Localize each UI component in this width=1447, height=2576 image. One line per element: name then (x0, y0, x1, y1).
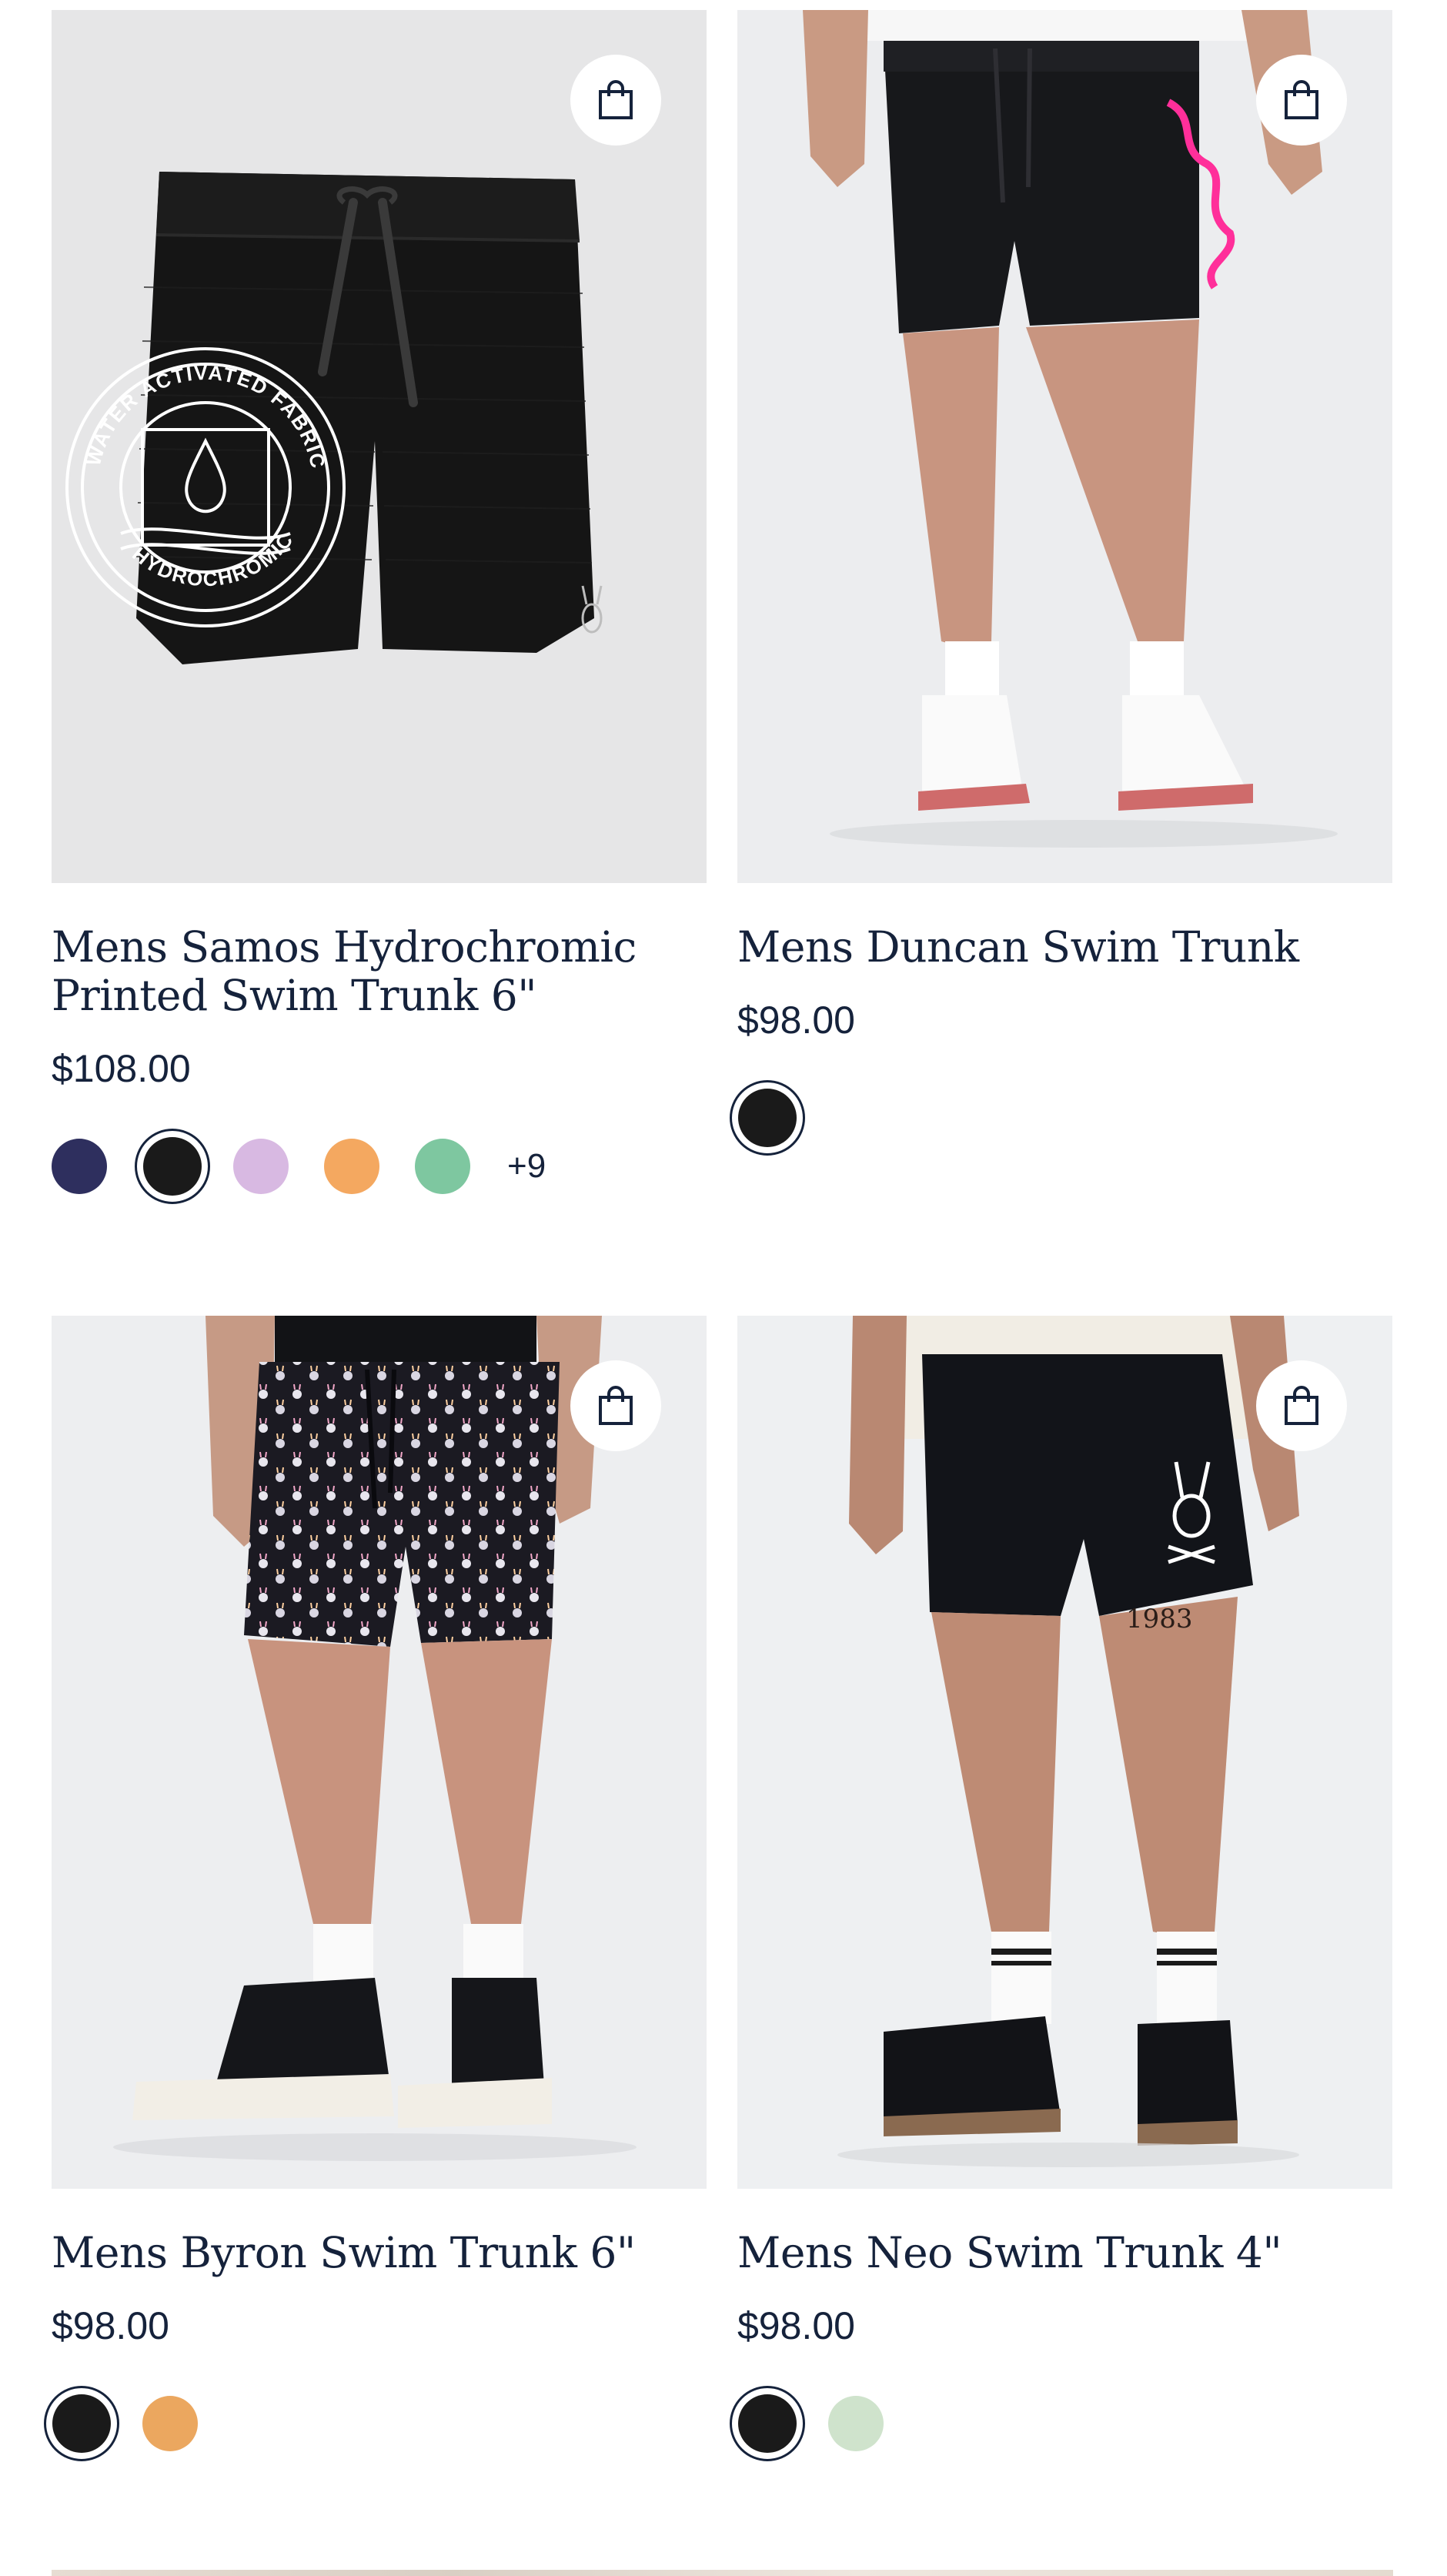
product-card: Mens Duncan Swim Trunk $98.00 (730, 10, 1392, 1158)
selected-swatch-ring (730, 2386, 805, 2461)
color-swatch-dot (233, 1139, 289, 1194)
color-swatch[interactable] (52, 1126, 142, 1206)
color-swatch-dot (415, 1139, 470, 1194)
color-swatch[interactable] (730, 1078, 828, 1158)
color-swatch-dot (52, 2394, 111, 2453)
product-title-line: Mens Byron Swim Trunk 6" (52, 2228, 636, 2277)
product-card: 1983 Mens Neo Swim Trunk 4" $98.00 (730, 1316, 1392, 2464)
product-title-line: Mens Samos Hydrochromic (52, 922, 637, 972)
color-swatch-dot (143, 1137, 202, 1196)
product-price: $98.00 (737, 2304, 855, 2347)
product-image-link[interactable]: WATER ACTIVATED FABRIC HYDROCHROMIC (52, 10, 707, 883)
color-swatches (730, 2384, 1392, 2464)
product-card: Mens Byron Swim Trunk 6" $98.00 (44, 1316, 707, 2464)
product-title-line: Mens Duncan Swim Trunk (737, 922, 1299, 972)
color-swatch[interactable] (44, 2384, 142, 2464)
selected-swatch-ring (44, 2386, 119, 2461)
more-colors-link[interactable]: +9 (507, 1147, 546, 1186)
selected-swatch-ring (730, 1080, 805, 1156)
color-swatch[interactable] (324, 1126, 415, 1206)
product-price: $98.00 (737, 999, 855, 1042)
shopping-bag-icon (599, 1386, 633, 1425)
product-price: $98.00 (52, 2304, 169, 2347)
color-swatch[interactable] (730, 2384, 828, 2464)
color-swatches: +9 (52, 1126, 707, 1206)
product-title[interactable]: Mens Duncan Swim Trunk (737, 923, 1392, 972)
shopping-bag-icon (1285, 80, 1318, 119)
color-swatch[interactable] (233, 1126, 324, 1206)
shopping-bag-icon (1285, 1386, 1318, 1425)
product-title-line: Printed Swim Trunk 6" (52, 971, 537, 1020)
add-to-bag-button[interactable] (1256, 1360, 1347, 1451)
add-to-bag-button[interactable] (570, 55, 661, 146)
color-swatch-dot (52, 1139, 107, 1194)
color-swatch[interactable] (135, 1126, 233, 1206)
product-card: WATER ACTIVATED FABRIC HYDROCHROMIC Mens… (52, 10, 707, 1206)
product-title[interactable]: Mens Byron Swim Trunk 6" (52, 2229, 707, 2277)
product-image-link[interactable] (737, 10, 1392, 883)
product-title-line: Mens Neo Swim Trunk 4" (737, 2228, 1282, 2277)
product-title[interactable]: Mens Neo Swim Trunk 4" (737, 2229, 1392, 2277)
color-swatch-dot (738, 2394, 797, 2453)
product-image-link[interactable] (52, 1316, 707, 2189)
color-swatch-dot (142, 2396, 198, 2451)
color-swatch[interactable] (415, 1126, 506, 1206)
shopping-bag-icon (599, 80, 633, 119)
tattoo-text: 1983 (1126, 1604, 1193, 1634)
color-swatch-dot (324, 1139, 379, 1194)
color-swatches (44, 2384, 707, 2464)
color-swatch-dot (738, 1089, 797, 1147)
color-swatch[interactable] (828, 2384, 919, 2464)
color-swatch[interactable] (142, 2384, 233, 2464)
product-price: $108.00 (52, 1047, 191, 1090)
next-product-image-edge (52, 2570, 1393, 2576)
product-image-link[interactable]: 1983 (737, 1316, 1392, 2189)
add-to-bag-button[interactable] (1256, 55, 1347, 146)
add-to-bag-button[interactable] (570, 1360, 661, 1451)
color-swatches (730, 1078, 1392, 1158)
product-title[interactable]: Mens Samos Hydrochromic Printed Swim Tru… (52, 923, 707, 1020)
selected-swatch-ring (135, 1129, 210, 1204)
color-swatch-dot (828, 2396, 884, 2451)
